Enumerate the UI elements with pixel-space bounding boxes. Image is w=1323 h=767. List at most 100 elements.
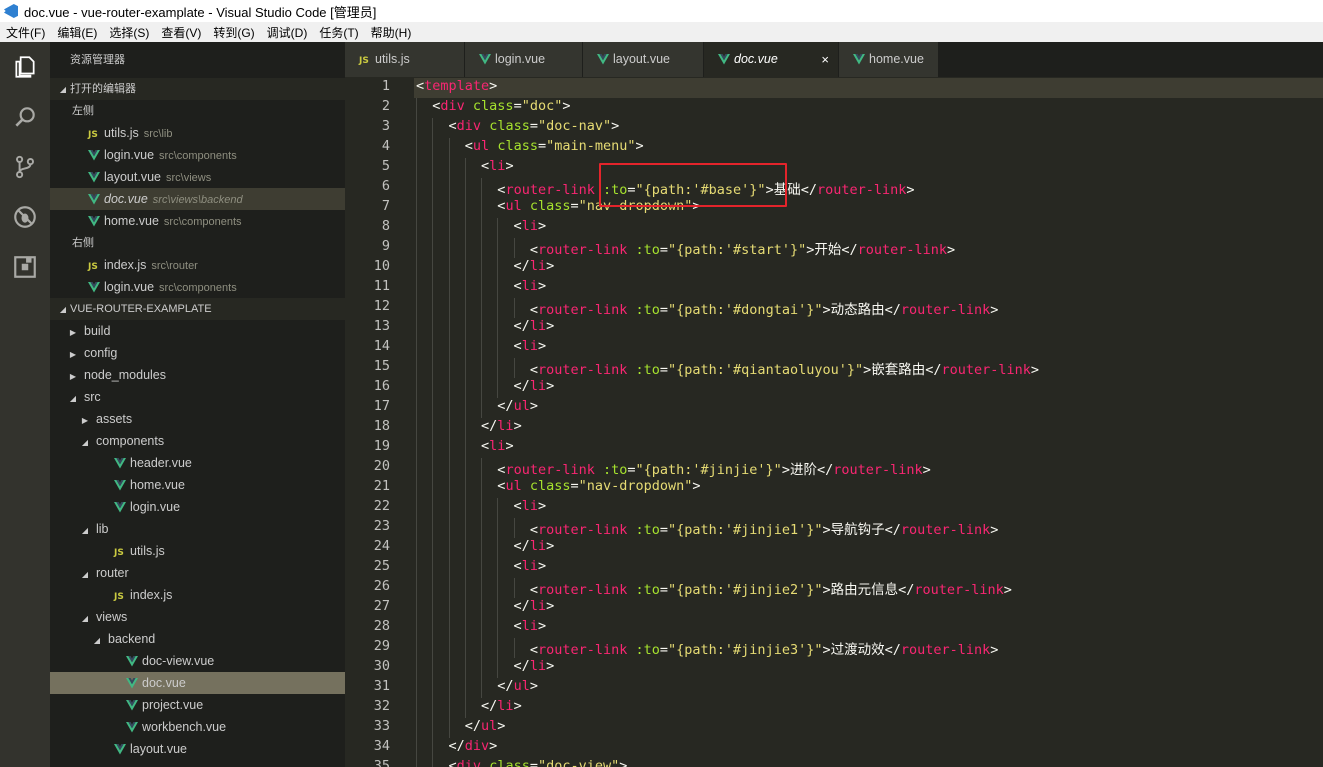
open-editor-item[interactable]: login.vue src\components	[50, 276, 345, 298]
file-item[interactable]: home.vue	[50, 474, 345, 496]
folder-item[interactable]: ▶ node_modules	[50, 364, 345, 386]
code-punctuation: =	[537, 138, 547, 154]
js-file-icon: JS	[114, 548, 124, 558]
menu-item[interactable]: 文件(F)	[0, 24, 51, 41]
folder-name: src	[84, 390, 101, 404]
file-item[interactable]: workbench.vue	[50, 716, 345, 738]
file-item[interactable]: login.vue	[50, 496, 345, 518]
tab-doc-vue[interactable]: doc.vue ×	[704, 42, 839, 77]
tab-home-vue[interactable]: home.vue	[839, 42, 939, 77]
open-editor-path: src\router	[151, 260, 198, 272]
file-item[interactable]: JS index.js	[50, 584, 345, 606]
code-punctuation: >动态路由</	[822, 302, 901, 318]
line-number: 5	[381, 158, 390, 174]
indent-guide	[432, 478, 434, 498]
indent-guide	[497, 538, 499, 558]
line-number: 26	[373, 578, 390, 594]
close-icon[interactable]: ×	[821, 42, 829, 77]
file-item[interactable]: project.vue	[50, 694, 345, 716]
code-tag-name: li	[521, 498, 538, 514]
menu-item[interactable]: 帮助(H)	[365, 24, 418, 41]
open-editor-item[interactable]: JS utils.js src\lib	[50, 122, 345, 144]
menu-item[interactable]: 转到(G)	[207, 24, 260, 41]
code-punctuation: >	[513, 418, 522, 434]
code-line: <router-link :to="{path:'#jinjie'}">进阶</…	[497, 458, 930, 478]
file-item[interactable]: doc-view.vue	[50, 650, 345, 672]
folder-item[interactable]: ▶ assets	[50, 408, 345, 430]
open-editor-item[interactable]: home.vue src\components	[50, 210, 345, 232]
indent-guide	[448, 238, 450, 258]
indent-guide	[481, 558, 483, 578]
menu-item[interactable]: 选择(S)	[103, 24, 155, 41]
file-item[interactable]: layout.vue	[50, 738, 345, 760]
indent-guide	[497, 338, 499, 358]
tab-label: utils.js	[375, 52, 410, 66]
code-tag-name: ul	[513, 678, 530, 694]
code-attribute: :to	[635, 642, 660, 658]
folder-item[interactable]: ◢ backend	[50, 628, 345, 650]
open-editors-header[interactable]: ◢ 打开的编辑器	[50, 78, 345, 100]
code-attribute: class	[497, 138, 538, 154]
indent-guide	[481, 538, 483, 558]
code-punctuation: <	[448, 118, 457, 134]
folder-item[interactable]: ◢ components	[50, 430, 345, 452]
menu-item[interactable]: 查看(V)	[155, 24, 207, 41]
indent-guide	[464, 358, 466, 378]
code-line: <router-link :to="{path:'#dongtai'}">动态路…	[530, 298, 999, 318]
chevron-down-icon: ◢	[81, 438, 89, 447]
open-editor-item[interactable]: login.vue src\components	[50, 144, 345, 166]
open-editor-item[interactable]: layout.vue src\views	[50, 166, 345, 188]
folder-item[interactable]: ▶ config	[50, 342, 345, 364]
tab-login-vue[interactable]: login.vue	[465, 42, 583, 77]
vue-file-icon	[88, 194, 104, 205]
folder-item[interactable]: ◢ src	[50, 386, 345, 408]
code-punctuation: </	[513, 538, 530, 554]
vue-file-icon	[126, 678, 142, 689]
menu-item[interactable]: 调试(D)	[261, 24, 314, 41]
vue-file-icon	[126, 700, 142, 711]
files-icon[interactable]	[0, 42, 50, 92]
menu-item[interactable]: 任务(T)	[313, 24, 364, 41]
chevron-down-icon: ◢	[81, 570, 89, 579]
file-item[interactable]: JS utils.js	[50, 540, 345, 562]
code-tag-name: li	[521, 218, 538, 234]
search-icon[interactable]	[0, 92, 50, 142]
chevron-down-icon: ◢	[93, 636, 101, 645]
code-line: <div class="doc-nav">	[449, 118, 620, 134]
code-attribute: :to	[635, 302, 660, 318]
extensions-icon[interactable]	[0, 242, 50, 292]
code-line: </li>	[514, 318, 555, 334]
indent-guide	[448, 638, 450, 658]
folder-item[interactable]: ◢ lib	[50, 518, 345, 540]
tab-utils-js[interactable]: JS utils.js	[345, 42, 465, 77]
vue-file-icon	[88, 150, 104, 161]
code-attribute: class	[529, 198, 571, 214]
source-control-icon[interactable]	[0, 142, 50, 192]
code-line: <div class="doc">	[432, 98, 570, 114]
folder-item[interactable]: ◢ router	[50, 562, 345, 584]
indent-guide	[513, 358, 515, 378]
folder-item[interactable]: ▶ build	[50, 320, 345, 342]
menu-item[interactable]: 编辑(E)	[51, 24, 103, 41]
debug-icon[interactable]	[0, 192, 50, 242]
line-number: 6	[381, 178, 390, 194]
project-header[interactable]: ◢ VUE-ROUTER-EXAMPLATE	[50, 298, 345, 320]
code-punctuation: >	[990, 642, 999, 658]
code-editor[interactable]: 1 <template> 2 <div class="doc"> 3 <div class…	[345, 77, 1323, 767]
code-line: <li>	[514, 218, 547, 234]
code-punctuation: >	[990, 302, 999, 318]
tab-layout-vue[interactable]: layout.vue	[583, 42, 704, 77]
code-tag-name: template	[424, 78, 490, 94]
code-punctuation: =	[627, 462, 636, 478]
folder-name: router	[96, 566, 129, 580]
folder-item[interactable]: ◢ views	[50, 606, 345, 628]
open-editor-item[interactable]: doc.vue src\views\backend	[50, 188, 345, 210]
indent-guide	[432, 638, 434, 658]
open-editor-item[interactable]: JS index.js src\router	[50, 254, 345, 276]
file-item[interactable]: header.vue	[50, 452, 345, 474]
code-punctuation: <	[513, 558, 522, 574]
indent-guide	[432, 678, 434, 698]
code-punctuation: =	[659, 242, 669, 258]
file-item[interactable]: doc.vue	[50, 672, 345, 694]
code-attribute: class	[489, 758, 530, 767]
